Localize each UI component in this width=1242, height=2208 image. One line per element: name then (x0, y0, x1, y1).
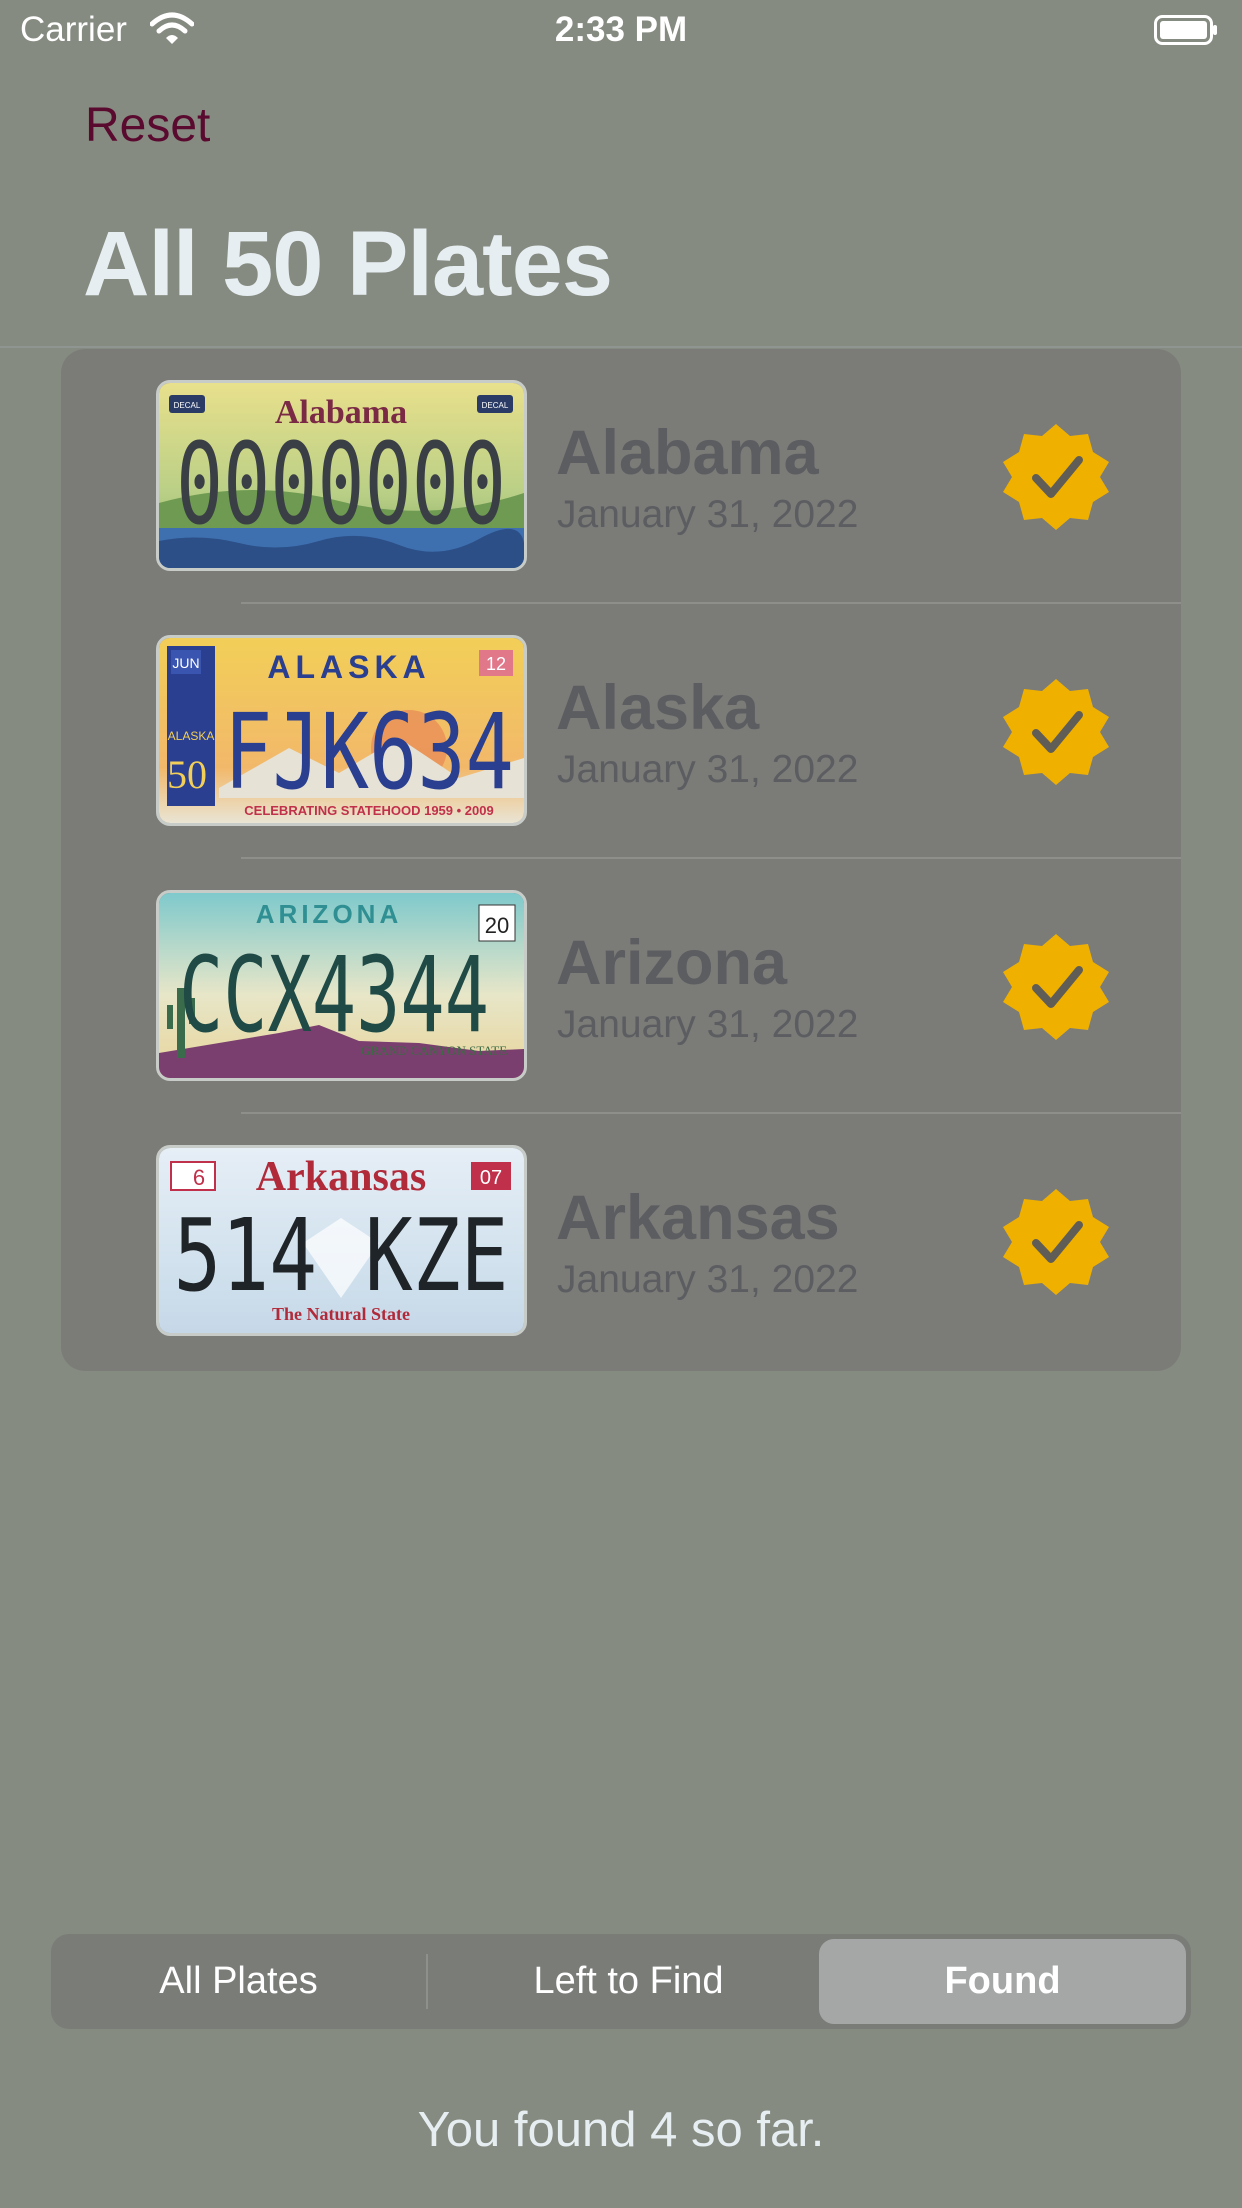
state-name: Alaska (556, 673, 760, 743)
plate-corner-right: 07 (480, 1167, 502, 1189)
page-title: All 50 Plates (83, 213, 613, 315)
alabama-plate-image: DECAL DECAL Alabama 0000000 (156, 380, 527, 571)
arkansas-plate-image: 6 07 Arkansas 514 KZE The Natural State (156, 1145, 527, 1336)
plate-number: FJK634 (224, 691, 514, 813)
arizona-plate-image: ARIZONA 20 CCX4344 GRAND CANYON STATE (156, 890, 527, 1081)
found-date: January 31, 2022 (557, 1258, 859, 1301)
plate-corner-left: DECAL (174, 401, 201, 410)
plate-number: CCX4344 (179, 934, 489, 1056)
state-name: Alabama (556, 418, 819, 488)
checkmark-seal-icon (1003, 934, 1109, 1040)
plate-corner-left: JUN (172, 655, 199, 671)
header-divider (0, 346, 1242, 348)
status-time: 2:33 PM (554, 10, 688, 49)
battery-icon (1154, 15, 1217, 45)
plate-number: 514 KZE (174, 1197, 509, 1314)
state-name: Arkansas (556, 1183, 840, 1253)
found-date: January 31, 2022 (557, 1003, 859, 1046)
checkmark-seal-icon (1003, 424, 1109, 530)
plate-corner-right: 12 (486, 654, 506, 674)
plate-left-badge: ALASKA (168, 729, 215, 743)
plate-bottom-text: CELEBRATING STATEHOOD 1959 • 2009 (244, 803, 493, 818)
plate-top-text: Arkansas (256, 1154, 426, 1200)
plate-row-arkansas[interactable]: 6 07 Arkansas 514 KZE The Natural State … (61, 1114, 1181, 1369)
segment-divider (426, 1954, 428, 2009)
plate-row-arizona[interactable]: ARIZONA 20 CCX4344 GRAND CANYON STATE Ar… (61, 859, 1181, 1114)
found-count-text: You found 4 so far. (417, 2103, 825, 2157)
segment-all-plates[interactable]: All Plates (51, 1934, 426, 2029)
plate-corner-right: DECAL (482, 401, 509, 410)
reset-button[interactable]: Reset (85, 98, 210, 153)
segment-found[interactable]: Found (819, 1934, 1186, 2029)
plate-row-alaska[interactable]: JUN ALASKA 50 12 ALASKA FJK634 CELEBRATI… (61, 604, 1181, 859)
plate-top-text: ARIZONA (256, 899, 402, 929)
plate-number: 0000000 (176, 420, 506, 550)
plate-bottom-text: GRAND CANYON STATE (361, 1043, 507, 1058)
plate-bottom-text: The Natural State (272, 1304, 410, 1324)
plate-row-alabama[interactable]: DECAL DECAL Alabama 0000000 Alabama Janu… (61, 349, 1181, 604)
found-date: January 31, 2022 (557, 493, 859, 536)
plate-left-badge-number: 50 (167, 752, 207, 797)
plate-list: DECAL DECAL Alabama 0000000 Alabama Janu… (61, 349, 1181, 1371)
alaska-plate-image: JUN ALASKA 50 12 ALASKA FJK634 CELEBRATI… (156, 635, 527, 826)
state-name: Arizona (556, 928, 788, 998)
plate-corner-left: 6 (193, 1165, 205, 1190)
checkmark-seal-icon (1003, 1189, 1109, 1295)
segment-left-to-find[interactable]: Left to Find (441, 1934, 816, 2029)
found-date: January 31, 2022 (557, 748, 859, 791)
status-bar: Carrier 2:33 PM (0, 0, 1242, 62)
checkmark-seal-icon (1003, 679, 1109, 785)
plate-top-text: ALASKA (267, 649, 430, 685)
filter-segmented-control: All Plates Left to Find Found (51, 1934, 1191, 2029)
